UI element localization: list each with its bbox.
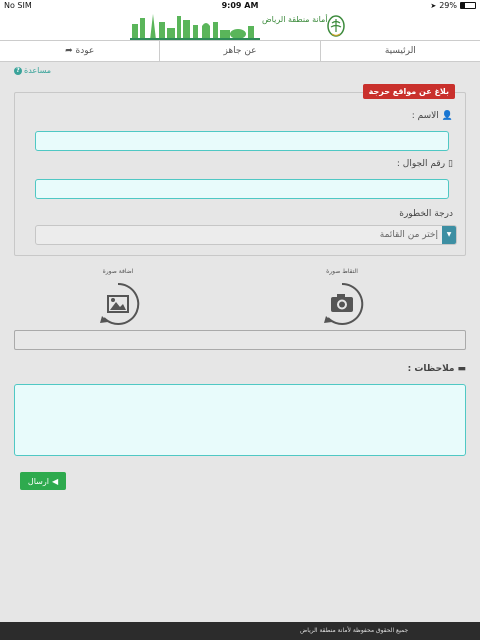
name-input[interactable]	[35, 131, 449, 151]
app-header: أمانة منطقة الرياض	[0, 12, 480, 40]
copyright-text: جميع الحقوق محفوظة لأمانة منطقة الرياض	[300, 627, 409, 634]
form-legend: بلاغ عن مواقع حرجة	[362, 84, 455, 99]
help-link[interactable]: ? مساعدة	[14, 66, 51, 75]
status-right: ➤ 29%	[430, 1, 476, 10]
add-photo-label: اضافة صورة	[102, 268, 134, 275]
nav-about[interactable]: عن جاهز	[159, 41, 319, 61]
nav-back[interactable]: ➦ عودة	[0, 41, 159, 61]
riyadh-skyline-graphic	[130, 14, 260, 40]
severity-label: درجة الخطورة	[399, 209, 453, 219]
help-label: مساعدة	[24, 66, 52, 75]
report-form-panel: بلاغ عن مواقع حرجة 👤 الاسم : ▯ رقم الجوا…	[14, 84, 466, 256]
mobile-label-text: رقم الجوال :	[396, 159, 446, 169]
question-circle-icon: ?	[14, 66, 22, 75]
footer: جميع الحقوق محفوظة لأمانة منطقة الرياض	[0, 622, 480, 640]
notes-label: ▬ ملاحظات :	[408, 364, 466, 374]
comment-icon: ▬	[457, 364, 466, 374]
share-arrow-icon: ➦	[65, 46, 73, 56]
location-arrow-icon: ➤	[430, 1, 437, 10]
ios-status-bar: No SIM 9:09 AM ➤ 29%	[0, 0, 480, 12]
severity-selected-value: إختر من القائمة	[379, 230, 438, 240]
gallery-image-icon	[100, 282, 140, 325]
battery-percent: 29%	[439, 1, 457, 10]
chevron-down-icon: ▼	[442, 226, 456, 244]
name-label-text: الاسم :	[411, 111, 439, 121]
submit-label: ارسال	[27, 476, 49, 486]
submit-button[interactable]: ◀ ارسال	[20, 472, 66, 490]
notes-textarea[interactable]	[14, 384, 466, 456]
notes-label-text: ملاحظات :	[407, 364, 455, 374]
megaphone-icon: ◀	[51, 476, 59, 486]
mobile-input[interactable]	[35, 179, 449, 199]
top-nav: ➦ عودة عن جاهز الرئيسية	[0, 40, 480, 62]
mobile-phone-icon: ▯	[448, 159, 453, 169]
severity-select[interactable]: إختر من القائمة ▼	[35, 225, 457, 245]
capture-photo-button[interactable]: التقاط صورة	[312, 268, 372, 327]
attachment-bar	[14, 330, 466, 350]
capture-photo-label: التقاط صورة	[326, 268, 358, 275]
nav-home[interactable]: الرئيسية	[319, 41, 480, 61]
riyadh-municipality-logo	[327, 15, 345, 37]
nav-back-label: عودة	[75, 46, 95, 56]
battery-icon	[460, 2, 476, 9]
clock-text: 9:09 AM	[221, 1, 259, 10]
name-label: 👤 الاسم :	[412, 111, 453, 121]
mobile-label: ▯ رقم الجوال :	[397, 159, 453, 169]
org-name: أمانة منطقة الرياض	[262, 15, 328, 24]
user-icon: 👤	[441, 111, 453, 121]
camera-icon	[324, 282, 364, 325]
add-photo-button[interactable]: اضافة صورة	[88, 268, 148, 327]
